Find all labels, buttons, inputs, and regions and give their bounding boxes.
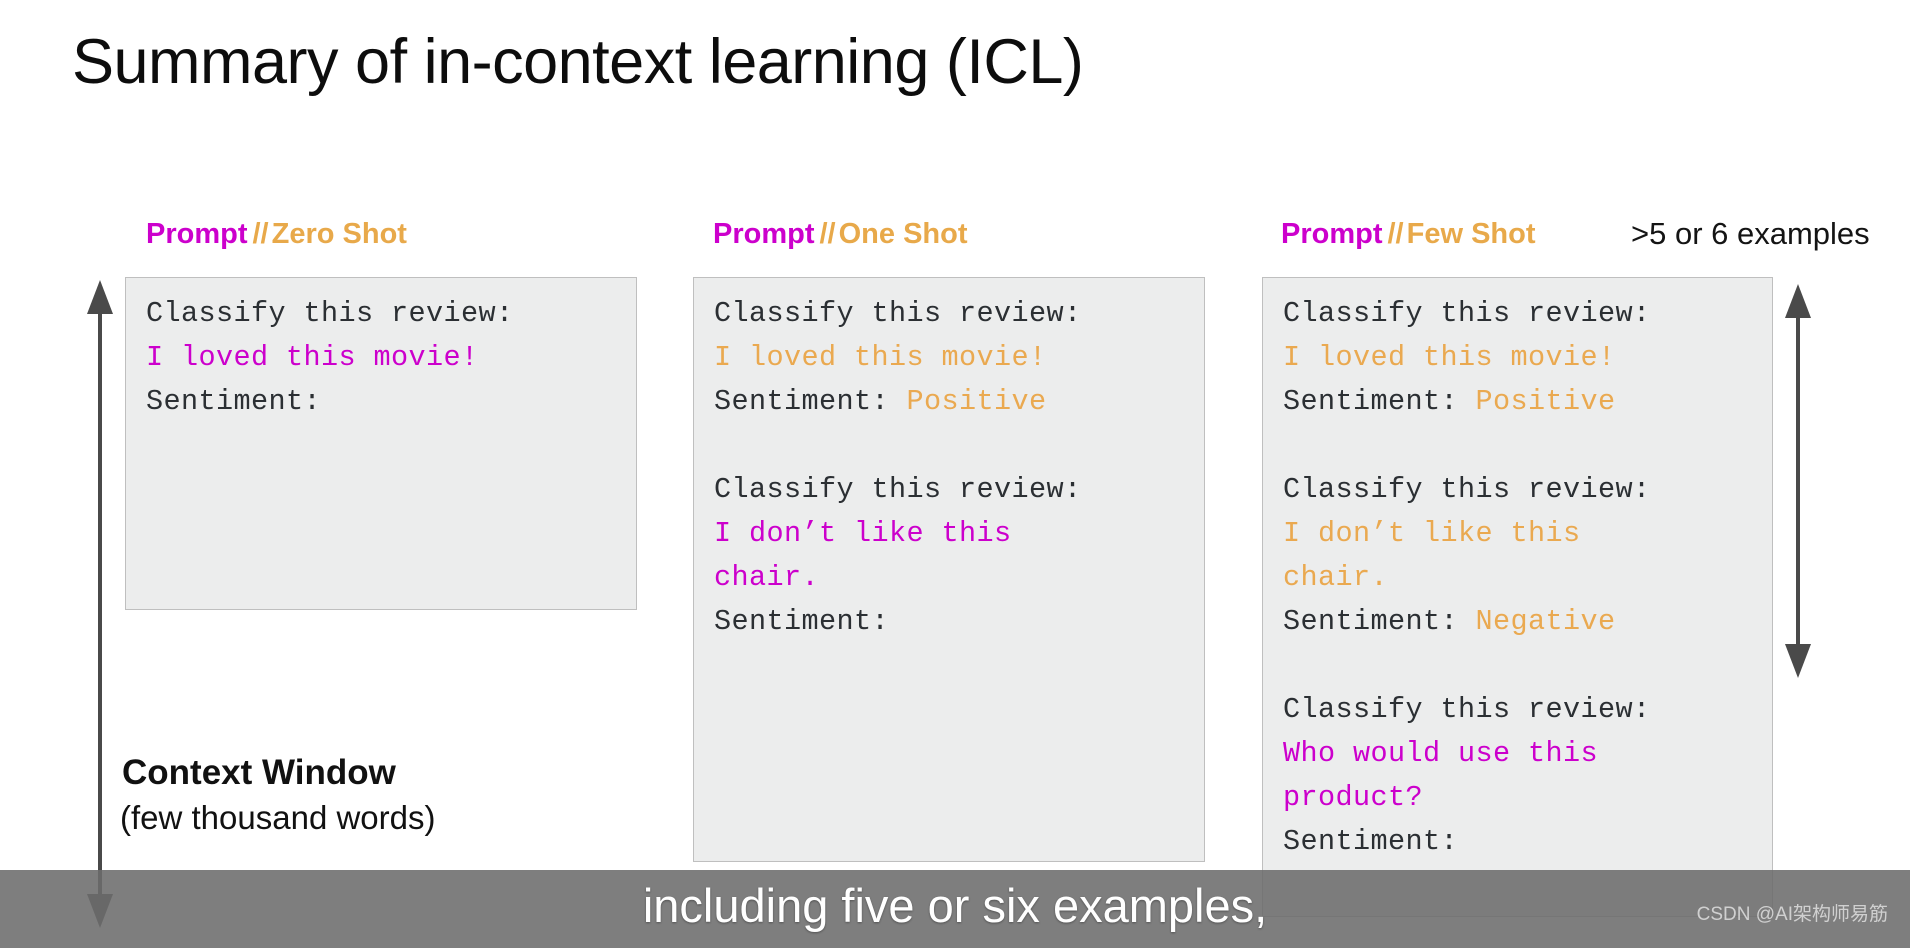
prompt-line: I loved this movie!: [714, 336, 1198, 380]
context-window-extent-arrow: [87, 280, 113, 928]
prompt-span-dark: Sentiment:: [714, 605, 890, 638]
prompt-line: chair.: [1283, 556, 1766, 600]
prompt-span-dark: Classify this review:: [1283, 297, 1651, 330]
column-header-zero-shot: Prompt//Zero Shot: [146, 218, 407, 251]
prompt-line: Classify this review:: [714, 468, 1198, 512]
few-shot-examples-extent-arrow: [1785, 284, 1811, 678]
prompt-line: Sentiment:: [1283, 820, 1766, 864]
prompt-keyword: Prompt: [1281, 218, 1383, 250]
separator-slashes: //: [252, 218, 269, 250]
prompt-span-magenta: chair.: [714, 561, 820, 594]
prompt-span-magenta: Who would use this: [1283, 737, 1599, 770]
prompt-line: I loved this movie!: [146, 336, 630, 380]
prompt-text-few-shot: Classify this review: I loved this movie!…: [1283, 292, 1766, 864]
prompt-line: Sentiment: Negative: [1283, 600, 1766, 644]
prompt-line: chair.: [714, 556, 1198, 600]
prompt-span-dark: Classify this review:: [1283, 473, 1651, 506]
prompt-line: product?: [1283, 776, 1766, 820]
prompt-line: Sentiment: Positive: [1283, 380, 1766, 424]
prompt-text-one-shot: Classify this review: I loved this movie!…: [714, 292, 1198, 644]
prompt-blank-line: [1283, 424, 1766, 468]
prompt-line: I loved this movie!: [1283, 336, 1766, 380]
prompt-span-dark: Sentiment:: [1283, 825, 1459, 858]
prompt-box-few-shot: Classify this review: I loved this movie!…: [1262, 277, 1773, 917]
prompt-line: Sentiment:: [146, 380, 630, 424]
prompt-span-dark: Classify this review:: [146, 297, 514, 330]
prompt-span-dark: Sentiment:: [146, 385, 322, 418]
prompt-line: Sentiment: Positive: [714, 380, 1198, 424]
caption-text: including five or six examples,: [642, 879, 1268, 932]
context-window-subtitle: (few thousand words): [120, 799, 436, 836]
prompt-span-magenta: product?: [1283, 781, 1424, 814]
prompt-line: Classify this review:: [1283, 688, 1766, 732]
slide-canvas: Summary of in-context learning (ICL) Pro…: [0, 0, 1910, 948]
prompt-box-zero-shot: Classify this review: I loved this movie!…: [125, 277, 637, 610]
prompt-span-orange: I loved this movie!: [1283, 341, 1616, 374]
prompt-span-dark: Sentiment:: [714, 385, 907, 418]
prompt-line: Sentiment:: [714, 600, 1198, 644]
csdn-watermark: CSDN @AI架构师易筋: [1696, 904, 1888, 925]
prompt-span-magenta: I don’t like this: [714, 517, 1012, 550]
prompt-span-orange: Negative: [1475, 605, 1616, 638]
prompt-span-dark: Sentiment:: [1283, 605, 1476, 638]
prompt-span-orange: chair.: [1283, 561, 1389, 594]
prompt-box-one-shot: Classify this review: I loved this movie!…: [693, 277, 1205, 862]
prompt-span-orange: Positive: [1475, 385, 1616, 418]
prompt-span-dark: Classify this review:: [714, 473, 1082, 506]
prompt-span-dark: Sentiment:: [1283, 385, 1476, 418]
prompt-line: Classify this review:: [1283, 468, 1766, 512]
page-title: Summary of in-context learning (ICL): [72, 27, 1084, 97]
shot-type-label: One Shot: [838, 218, 968, 250]
separator-slashes: //: [1387, 218, 1404, 250]
prompt-blank-line: [714, 424, 1198, 468]
few-shot-examples-note: >5 or 6 examples: [1631, 216, 1870, 251]
prompt-line: Classify this review:: [1283, 292, 1766, 336]
prompt-span-dark: Classify this review:: [1283, 693, 1651, 726]
shot-type-label: Few Shot: [1406, 218, 1536, 250]
prompt-span-orange: Positive: [906, 385, 1047, 418]
prompt-blank-line: [1283, 644, 1766, 688]
prompt-line: I don’t like this: [714, 512, 1198, 556]
prompt-span-orange: I loved this movie!: [714, 341, 1047, 374]
prompt-keyword: Prompt: [146, 218, 248, 250]
caption-bar: including five or six examples, CSDN @AI…: [0, 870, 1910, 948]
prompt-line: Classify this review:: [146, 292, 630, 336]
prompt-line: Who would use this: [1283, 732, 1766, 776]
prompt-line: I don’t like this: [1283, 512, 1766, 556]
prompt-span-magenta: I loved this movie!: [146, 341, 479, 374]
context-window-title: Context Window: [122, 753, 396, 792]
column-header-one-shot: Prompt//One Shot: [713, 218, 968, 251]
prompt-line: Classify this review:: [714, 292, 1198, 336]
column-header-few-shot: Prompt//Few Shot: [1281, 218, 1536, 251]
prompt-keyword: Prompt: [713, 218, 815, 250]
prompt-span-dark: Classify this review:: [714, 297, 1082, 330]
prompt-span-orange: I don’t like this: [1283, 517, 1581, 550]
separator-slashes: //: [819, 218, 836, 250]
shot-type-label: Zero Shot: [271, 218, 407, 250]
prompt-text-zero-shot: Classify this review: I loved this movie!…: [146, 292, 630, 424]
